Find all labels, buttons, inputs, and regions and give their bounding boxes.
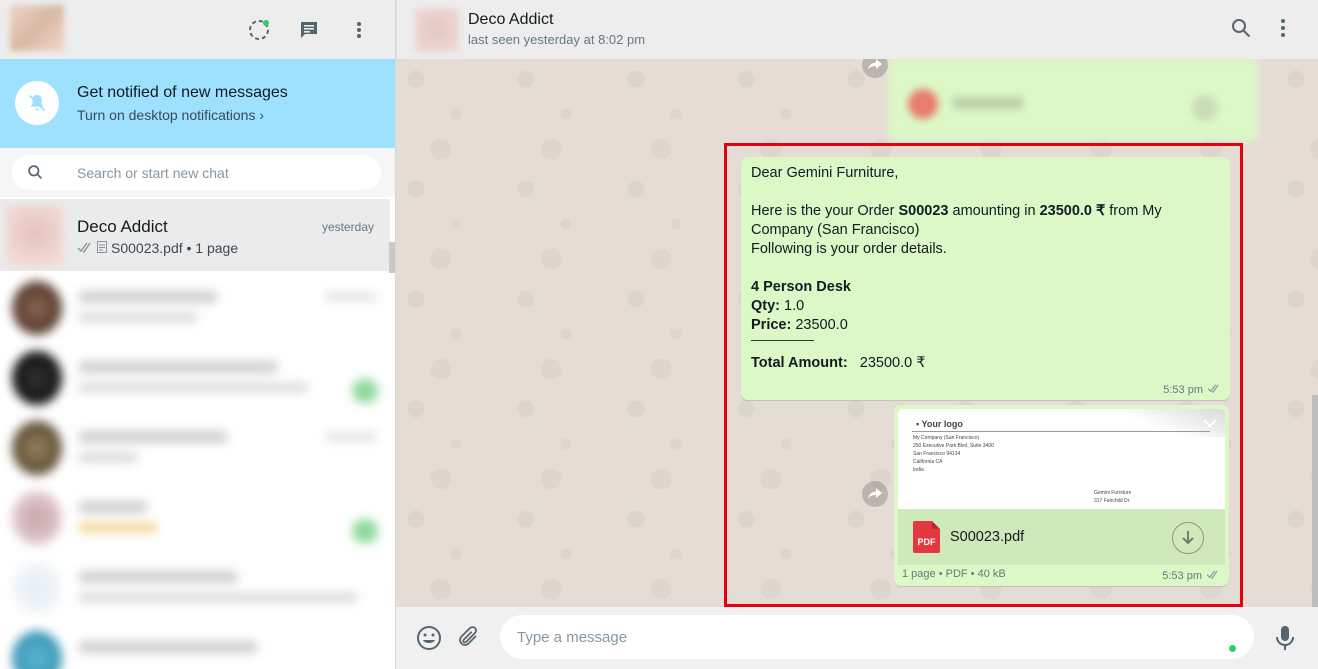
forward-icon[interactable] [862,59,888,78]
divider [751,340,814,341]
order-reference: S00023 [898,203,949,219]
double-check-icon [1207,384,1221,396]
total-line: Total Amount: 23500.0 ₹ [751,355,926,371]
chat-time: yesterday [321,220,374,234]
chat-list: Deco Addict yesterday S00023.pdf • 1 pag… [0,199,395,669]
list-item[interactable] [8,343,390,413]
document-message-bubble[interactable]: ▪ Your logo My Company (San Francisco) 2… [894,405,1229,586]
list-item[interactable] [8,553,390,623]
list-item[interactable] [8,413,390,483]
preview-customer-address: Gemini Furniture 317 Fairchild Dr [1094,490,1132,504]
forward-icon[interactable] [862,481,888,507]
menu-icon[interactable] [347,18,371,42]
chat-item-deco-addict[interactable]: Deco Addict yesterday S00023.pdf • 1 pag… [0,199,395,273]
notification-title: Get notified of new messages [77,84,288,101]
price-line: Price: 23500.0 [751,317,848,333]
menu-icon[interactable] [1271,18,1295,43]
chevron-right-icon: › [259,107,265,123]
message-input-box[interactable] [500,615,1254,659]
bell-off-icon [15,81,59,125]
double-check-icon [77,240,93,256]
conversation-pane: Deco Addict last seen yesterday at 8:02 … [396,0,1318,669]
search-box[interactable] [12,155,381,190]
enable-notifications-link[interactable]: Turn on desktop notifications › [77,107,264,123]
document-preview[interactable]: ▪ Your logo My Company (San Francisco) 2… [898,409,1225,509]
sidebar-header [0,0,395,59]
search-bar [0,148,395,197]
search-icon[interactable] [1231,18,1251,43]
avatar [6,205,64,267]
message-time: 5:53 pm [1162,570,1202,582]
preview-company-address: My Company (San Francisco) 250 Executive… [913,435,994,473]
qty-line: Qty: 1.0 [751,298,805,314]
contact-status: last seen yesterday at 8:02 pm [468,32,646,47]
product-name: 4 Person Desk [751,279,851,295]
notification-banner[interactable]: Get notified of new messages Turn on des… [0,59,395,148]
attach-icon[interactable] [458,625,480,654]
order-message-text: Dear Gemini Furniture, Here is the your … [751,164,1223,373]
contact-avatar[interactable] [415,8,459,52]
document-file-row[interactable]: PDF S00023.pdf [898,509,1225,565]
conversation-header[interactable]: Deco Addict last seen yesterday at 8:02 … [396,0,1318,59]
contact-name[interactable]: Deco Addict [468,11,553,29]
message-area[interactable]: Dear Gemini Furniture, Here is the your … [396,59,1318,607]
message-time: 5:53 pm [1163,384,1203,396]
message-meta: 5:53 pm [1163,384,1221,396]
new-chat-icon[interactable] [297,18,321,42]
search-input[interactable] [77,155,367,190]
mic-icon[interactable] [1274,625,1296,656]
chat-name: Deco Addict [77,217,168,236]
list-item[interactable] [8,623,390,669]
message-meta: 5:53 pm [1162,570,1220,582]
chat-sidebar: Get notified of new messages Turn on des… [0,0,396,669]
chat-preview: S00023.pdf • 1 page [77,240,238,256]
order-amount: 23500.0 ₹ [1039,203,1106,219]
conversation-scrollbar[interactable] [1312,395,1318,607]
preview-logo: ▪ Your logo [916,419,963,429]
document-icon [97,240,107,256]
message-input[interactable] [517,615,1217,659]
list-item[interactable] [8,273,390,343]
order-intro: Here is the your Order S00023 amounting … [751,203,1162,238]
search-icon[interactable] [27,164,44,186]
order-message-bubble[interactable]: Dear Gemini Furniture, Here is the your … [741,157,1230,400]
message-composer [396,607,1318,669]
status-dot [1229,645,1236,652]
sidebar-scrollbar[interactable] [389,242,395,273]
greeting-line: Dear Gemini Furniture, [751,165,899,181]
previous-message[interactable] [888,59,1258,141]
document-info: 1 page • PDF • 40 kB [902,568,1006,580]
my-avatar[interactable] [10,5,64,51]
download-icon[interactable] [1172,522,1204,554]
list-item[interactable] [8,483,390,553]
enable-notifications-label[interactable]: Turn on desktop notifications [77,107,255,123]
status-icon[interactable] [247,18,271,42]
chevron-down-icon[interactable] [1203,415,1217,433]
pdf-icon: PDF [913,521,940,553]
document-filename[interactable]: S00023.pdf [950,529,1024,545]
double-check-icon [1206,570,1220,582]
order-details-line: Following is your order details. [751,241,947,257]
chat-preview-text: S00023.pdf • 1 page [111,240,239,256]
emoji-icon[interactable] [416,625,442,656]
